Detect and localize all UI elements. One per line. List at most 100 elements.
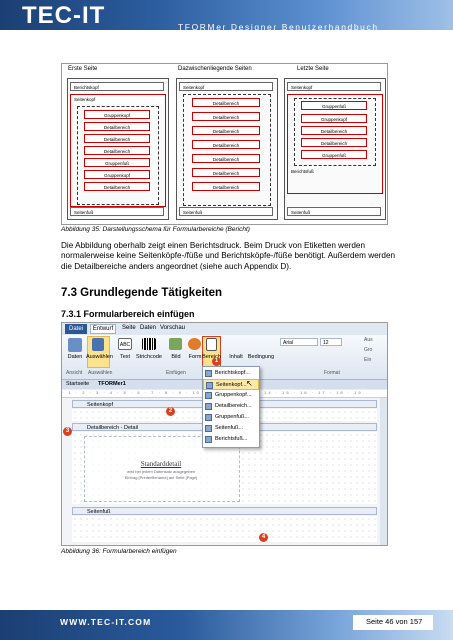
tab-datei[interactable]: Datei: [65, 324, 87, 334]
footer-url: WWW.TEC-IT.COM: [60, 617, 152, 627]
group-label-einfuegen: Einfügen: [166, 370, 186, 376]
detail-icon: [205, 403, 212, 410]
page-middle: Seitenkopf Detailbereich Detailbereich D…: [176, 78, 278, 220]
group-label-format: Format: [324, 370, 340, 376]
report-header-icon: [205, 370, 212, 377]
band-detail: Detailbereich: [192, 126, 260, 135]
page-last: Seitenkopf Gruppenfuß Gruppenkopf Detail…: [284, 78, 386, 220]
band-seitenkopf: Seitenkopf: [71, 95, 163, 104]
tab-seite[interactable]: Seite: [122, 325, 136, 331]
band-berichtskopf: Berichtskopf: [70, 82, 164, 91]
ribbon-button-inhalt[interactable]: Inhalt: [225, 354, 247, 360]
page-footer-icon: [205, 425, 212, 432]
group-frame: Gruppenkopf Detailbereich Detailbereich …: [77, 106, 159, 205]
ribbon-right-gro[interactable]: Gro: [364, 347, 372, 353]
group-label-ansicht: Ansicht: [66, 370, 83, 376]
column-title-last: Letzte Seite: [297, 66, 329, 72]
group-label-auswaehlen: Auswählen: [88, 370, 113, 376]
ribbon-button-text[interactable]: Text: [115, 354, 135, 360]
section-header-seitenfuss[interactable]: Seitenfuß: [72, 507, 377, 515]
band-gruppenfuss: Gruppenfuß: [84, 158, 150, 167]
tec-it-logo: TEC-IT: [22, 2, 106, 29]
band-gruppenkopf: Gruppenkopf: [301, 114, 367, 123]
column-title-middle: Dazwischenliegende Seiten: [178, 66, 252, 72]
figure-band-scheme: Erste Seite Dazwischenliegende Seiten Le…: [61, 63, 388, 225]
image-icon: [169, 338, 182, 350]
band-detail: Detailbereich: [192, 182, 260, 191]
menu-item-berichtsfuss[interactable]: Berichtsfuß...: [203, 434, 259, 445]
band-detail: Detailbereich: [192, 140, 260, 149]
designer-screenshot: Datei Entwurf Seite Daten Vorschau Daten…: [61, 322, 388, 546]
ribbon-button-bedingung[interactable]: Bedingung: [246, 354, 276, 360]
vertical-scrollbar[interactable]: [380, 398, 387, 545]
menu-item-gruppenkopf[interactable]: Gruppenkopf...: [203, 390, 259, 401]
menu-item-detailbereich[interactable]: Detailbereich...: [203, 401, 259, 412]
tab-vorschau[interactable]: Vorschau: [160, 325, 185, 331]
band-seitenfuss: Seitenfuß: [70, 207, 164, 216]
ribbon-right-ein[interactable]: Ein: [364, 357, 371, 363]
menu-item-label: Berichtskopf...: [215, 370, 250, 376]
page-header-icon: [206, 382, 213, 389]
band-seitenkopf: Seitenkopf: [179, 82, 273, 91]
doc-tab-tformer1[interactable]: TFORMer1: [98, 381, 126, 387]
tab-entwurf[interactable]: Entwurf: [90, 324, 116, 334]
doc-tab-startseite[interactable]: Startseite: [66, 381, 89, 387]
menu-item-gruppenfuss[interactable]: Gruppenfuß...: [203, 412, 259, 423]
ribbon-label-auswaehlen: Auswählen: [86, 354, 113, 360]
group-header-icon: [205, 392, 212, 399]
band-seitenfuss: Seitenfuß: [179, 207, 273, 216]
band-detail: Detailbereich: [84, 182, 150, 191]
band-detail: Detailbereich: [192, 168, 260, 177]
report-footer-icon: [205, 436, 212, 443]
menu-item-label: Gruppenkopf...: [215, 392, 252, 398]
section-heading: 7.3 Grundlegende Tätigkeiten: [61, 287, 223, 299]
callout-badge-2: 2: [166, 407, 175, 416]
ribbon-button-bild[interactable]: Bild: [166, 354, 186, 360]
menu-item-label: Seitenkopf...: [216, 382, 247, 388]
database-icon: [68, 338, 82, 352]
tab-daten[interactable]: Daten: [140, 325, 156, 331]
barcode-icon: [142, 338, 156, 350]
band-detail: Detailbereich: [84, 134, 150, 143]
menu-item-label: Berichtsfuß...: [215, 436, 248, 442]
band-detail: Detailbereich: [84, 122, 150, 131]
group-frame: Detailbereich Detailbereich Detailbereic…: [183, 94, 271, 206]
menu-item-label: Detailbereich...: [215, 403, 252, 409]
placeholder-line-1: wird bei jedem Datensatz ausgegeben: [126, 469, 196, 474]
menu-item-berichtskopf[interactable]: Berichtskopf...: [203, 368, 259, 379]
figure-caption: Abbildung 35: Darstellungsschema für For…: [61, 226, 250, 233]
ribbon-button-strichcode[interactable]: Strichcode: [134, 354, 164, 360]
callout-badge-1: 1: [212, 357, 221, 366]
band-seitenkopf-frame: Seitenkopf Gruppenkopf Detailbereich Det…: [70, 94, 166, 207]
placeholder-line-2: Eintrag [Printerfilename] auf Seite [Pag…: [124, 475, 198, 480]
band-seitenfuss: Seitenfuß: [287, 207, 381, 216]
mouse-cursor-icon: ↖: [246, 379, 253, 388]
ribbon-button-daten[interactable]: Daten: [64, 354, 86, 360]
shape-icon: [188, 338, 201, 350]
ribbon-right-aus[interactable]: Aus: [364, 337, 373, 343]
text-icon: ABC: [118, 338, 132, 350]
group-footer-icon: [205, 414, 212, 421]
header-title: TFORMer Designer Benutzerhandbuch: [178, 22, 379, 32]
band-berichtsfuss-frame: Gruppenfuß Gruppenkopf Detailbereich Det…: [287, 94, 383, 194]
callout-badge-3: 3: [63, 427, 72, 436]
band-gruppenfuss: Gruppenfuß: [301, 101, 367, 110]
band-detail: Detailbereich: [84, 146, 150, 155]
callout-badge-4: 4: [259, 533, 268, 542]
page-first: Berichtskopf Seitenkopf Gruppenkopf Deta…: [67, 78, 169, 220]
section-body-seitenfuss[interactable]: [72, 516, 377, 542]
pointer-icon: [92, 338, 104, 351]
column-title-first: Erste Seite: [68, 66, 98, 72]
menu-item-label: Seitenfuß...: [215, 425, 244, 431]
band-gruppenkopf: Gruppenkopf: [84, 170, 150, 179]
figure-caption-2: Abbildung 36: Formularbereich einfügen: [61, 548, 177, 555]
band-gruppenfuss: Gruppenfuß: [301, 150, 367, 159]
body-paragraph: Die Abbildung oberhalb zeigt einen Beric…: [61, 241, 396, 271]
band-detail: Detailbereich: [192, 112, 260, 121]
placeholder-title: Standarddetail: [140, 460, 182, 468]
font-size-select[interactable]: 12: [320, 338, 342, 346]
font-name-select[interactable]: Arial: [280, 338, 318, 346]
menu-item-seitenfuss[interactable]: Seitenfuß...: [203, 423, 259, 434]
page-number: Seite 46 von 157: [366, 617, 423, 626]
band-seitenkopf: Seitenkopf: [287, 82, 381, 91]
